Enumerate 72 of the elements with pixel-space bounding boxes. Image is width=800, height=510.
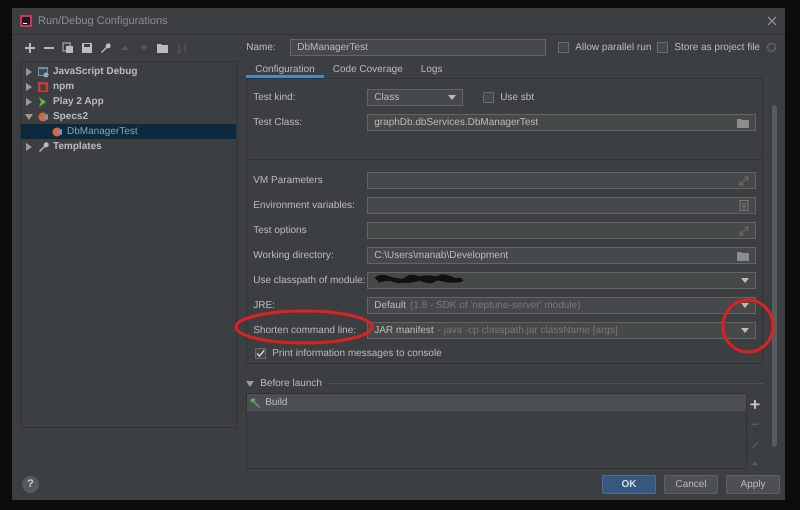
name-label: Name: (246, 42, 277, 53)
test-kind-dropdown[interactable]: Class (367, 89, 464, 106)
tab[interactable]: Configuration (246, 64, 324, 78)
test-class-field[interactable]: graphDb.dbServices.DbManagerTest (367, 114, 756, 131)
collapsed-arrow-icon[interactable] (25, 98, 33, 106)
folder-icon (737, 250, 749, 260)
collapsed-arrow-icon[interactable] (25, 142, 33, 150)
dropdown-arrow-icon (741, 303, 749, 308)
field-label: Environment variables: (253, 200, 356, 211)
window-title: Run/Debug Configurations (38, 15, 169, 27)
folder-icon (737, 118, 749, 128)
add-icon[interactable] (749, 399, 761, 410)
debug-config-icon (37, 66, 49, 78)
hammer-icon (249, 396, 262, 408)
field-label: Test options (253, 225, 308, 236)
dialog-button[interactable]: Apply (726, 474, 780, 494)
annotation-circle (722, 298, 774, 354)
dropdown-arrow-icon (741, 278, 749, 283)
expand-icon (739, 176, 749, 186)
field-label: Use classpath of module: (253, 275, 367, 286)
field-label: VM Parameters (253, 175, 324, 186)
option-label: Allow parallel run (575, 42, 652, 53)
option-label: Store as project file (674, 42, 760, 53)
option-label: Use sbt (500, 92, 534, 103)
gear-icon (766, 42, 777, 53)
checkbox[interactable] (558, 42, 570, 53)
tab[interactable]: Code Coverage (324, 64, 412, 78)
close-icon (767, 16, 777, 26)
input-field[interactable]: C:\Users\manab\Development (367, 247, 756, 264)
field-label: Shorten command line: (253, 325, 358, 336)
input-field[interactable] (367, 222, 756, 239)
checkbox[interactable] (657, 42, 668, 53)
checkbox[interactable] (255, 348, 266, 358)
checkbox-label: Print information messages to console (272, 348, 442, 358)
field-label: Test Class: (253, 117, 304, 128)
input-field[interactable] (367, 172, 756, 189)
dialog-button[interactable]: OK (602, 474, 656, 494)
collapsed-arrow-icon[interactable] (25, 82, 33, 90)
field-label: Test kind: (253, 92, 296, 103)
name-field[interactable]: DbManagerTest (290, 39, 546, 56)
expand-icon (739, 226, 749, 236)
collapsed-arrow-icon[interactable] (25, 68, 33, 76)
add-icon[interactable] (24, 42, 36, 54)
specs-icon (51, 126, 63, 138)
specs-icon (37, 110, 49, 122)
dropdown-arrow-icon (448, 95, 456, 100)
npm-icon (37, 80, 49, 92)
app-logo-icon (20, 15, 32, 27)
expanded-arrow-icon[interactable] (246, 380, 254, 388)
tab[interactable]: Logs (412, 64, 452, 78)
document-icon (739, 200, 749, 211)
input-field[interactable] (367, 197, 756, 214)
list-item[interactable]: Build (247, 394, 746, 411)
dropdown-arrow-icon (741, 328, 749, 333)
scrollbar[interactable] (772, 105, 777, 447)
dropdown-field[interactable] (367, 272, 756, 289)
tree-item[interactable]: JavaScript Debug (21, 64, 236, 79)
field-label: Working directory: (253, 250, 335, 261)
checkbox[interactable] (483, 92, 494, 103)
copy-icon[interactable] (62, 42, 74, 54)
tree-item[interactable]: npm (21, 79, 236, 94)
help-button[interactable]: ? (22, 476, 39, 492)
tree-item[interactable]: Specs2 (21, 109, 236, 124)
tree-item[interactable]: Play 2 App (21, 94, 236, 109)
section-title[interactable]: Before launch (260, 378, 322, 389)
field-label: JRE: (253, 300, 276, 311)
folder-icon[interactable] (157, 42, 169, 54)
tree-item[interactable]: Templates (21, 139, 236, 154)
expanded-arrow-icon[interactable] (25, 112, 33, 120)
dialog-button[interactable]: Cancel (664, 474, 718, 494)
save-icon[interactable] (81, 42, 93, 54)
tree-item[interactable]: DbManagerTest (21, 124, 236, 139)
